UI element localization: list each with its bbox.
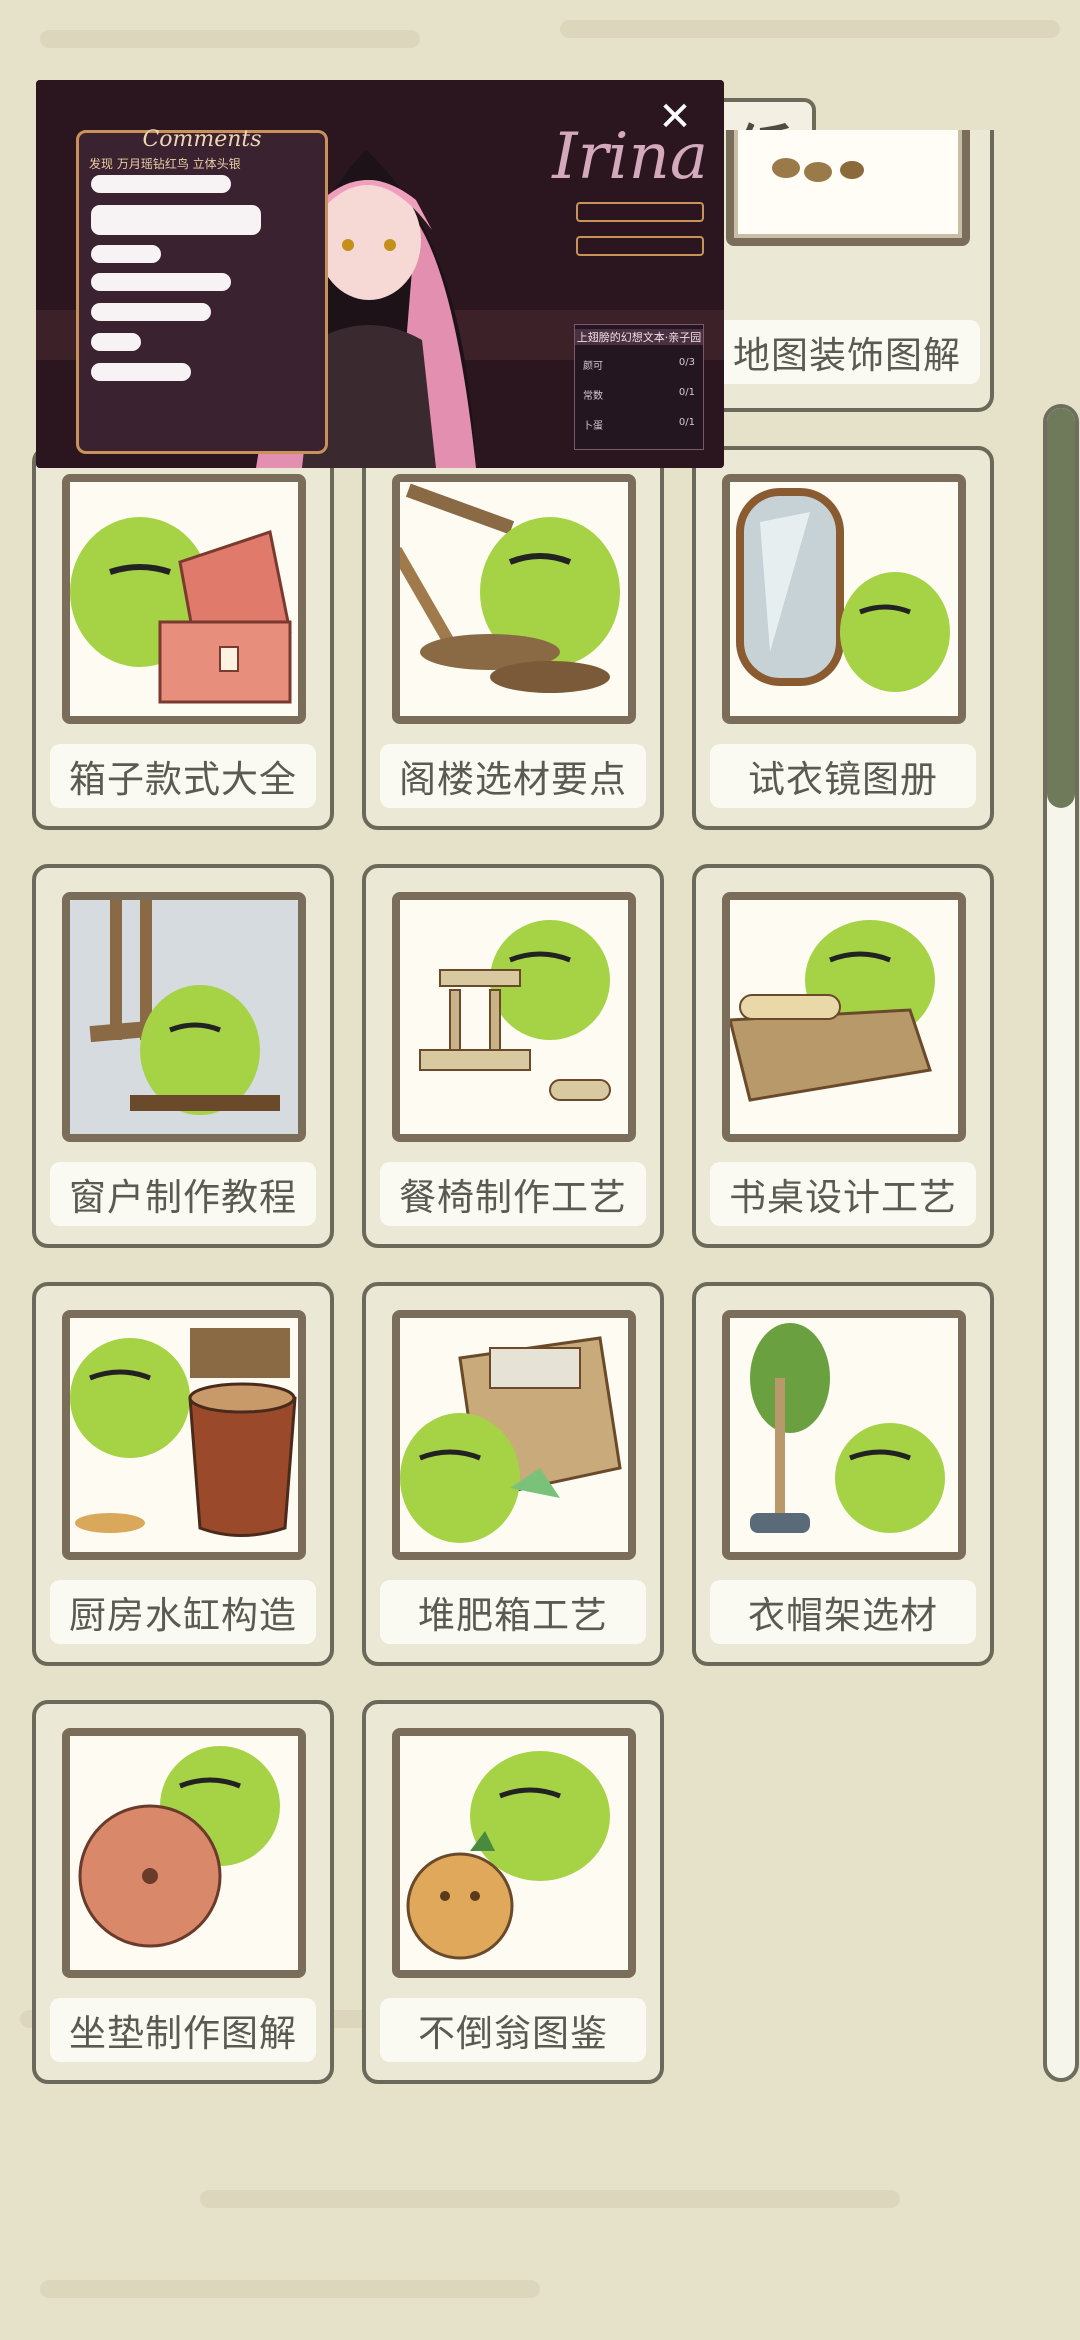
card-label: 不倒翁图鉴 xyxy=(380,1998,646,2062)
background-texture xyxy=(200,2190,900,2208)
guide-card-cushion[interactable]: 坐垫制作图解 xyxy=(32,1700,334,2084)
comments-title: Comments xyxy=(142,127,262,152)
comment-bubble xyxy=(91,205,261,235)
scrollbar-thumb[interactable] xyxy=(1047,408,1075,808)
card-label: 箱子款式大全 xyxy=(50,744,316,808)
comments-tabs: 发现 万月瑶钻红鸟 立体头银 xyxy=(89,157,241,171)
card-label: 堆肥箱工艺 xyxy=(380,1580,646,1644)
ad-stats-title: 上翅膀的幻想文本·亲子园 xyxy=(575,329,703,345)
comments-panel: Comments 发现 万月瑶钻红鸟 立体头银 xyxy=(76,127,328,454)
scrollbar-track[interactable] xyxy=(1043,404,1079,2082)
card-illustration xyxy=(62,474,306,724)
card-label: 地图装饰图解 xyxy=(714,320,980,384)
ad-stats-panel: 上翅膀的幻想文本·亲子园 颜可 0/3 常数 0/1 卜蛋 0/1 xyxy=(574,324,704,450)
guide-card-box-styles[interactable]: 箱子款式大全 xyxy=(32,446,334,830)
card-illustration xyxy=(722,474,966,724)
guide-card-tumbler-doll[interactable]: 不倒翁图鉴 xyxy=(362,1700,664,2084)
guide-card-desk-design[interactable]: 书桌设计工艺 xyxy=(692,864,994,1248)
comment-bubble xyxy=(91,363,191,381)
guide-card-fitting-mirror[interactable]: 试衣镜图册 xyxy=(692,446,994,830)
background-texture xyxy=(40,2280,540,2298)
card-illustration xyxy=(392,1310,636,1560)
card-illustration xyxy=(722,1310,966,1560)
card-illustration xyxy=(392,1728,636,1978)
ad-bar xyxy=(576,202,704,222)
guide-card-kitchen-water-vat[interactable]: 厨房水缸构造 xyxy=(32,1282,334,1666)
ad-banner[interactable]: Comments 发现 万月瑶钻红鸟 立体头银 Irina 上翅膀的幻想文本·亲… xyxy=(36,80,724,468)
ad-stat-row: 颜可 0/3 xyxy=(583,357,695,372)
card-label: 坐垫制作图解 xyxy=(50,1998,316,2062)
ad-stat-row: 卜蛋 0/1 xyxy=(583,417,695,432)
comment-bubble xyxy=(91,333,141,351)
guide-card-map-decor[interactable]: 地图装饰图解 xyxy=(696,130,994,412)
close-icon[interactable]: ✕ xyxy=(656,97,694,137)
card-label: 衣帽架选材 xyxy=(710,1580,976,1644)
guide-card-coat-rack[interactable]: 衣帽架选材 xyxy=(692,1282,994,1666)
ad-stat-row: 常数 0/1 xyxy=(583,387,695,402)
card-illustration xyxy=(62,1310,306,1560)
guide-card-attic-materials[interactable]: 阁楼选材要点 xyxy=(362,446,664,830)
guide-card-compost-box[interactable]: 堆肥箱工艺 xyxy=(362,1282,664,1666)
comment-bubble xyxy=(91,303,211,321)
comment-bubble xyxy=(91,273,231,291)
comment-bubble xyxy=(91,245,161,263)
card-illustration xyxy=(392,892,636,1142)
background-texture xyxy=(560,20,1060,38)
card-illustration xyxy=(62,1728,306,1978)
ad-bar xyxy=(576,236,704,256)
background-texture xyxy=(40,30,420,48)
card-label: 窗户制作教程 xyxy=(50,1162,316,1226)
card-label: 阁楼选材要点 xyxy=(380,744,646,808)
card-illustration xyxy=(392,474,636,724)
card-label: 书桌设计工艺 xyxy=(710,1162,976,1226)
guide-card-window-tutorial[interactable]: 窗户制作教程 xyxy=(32,864,334,1248)
card-illustration xyxy=(726,130,970,246)
comment-bubble xyxy=(91,175,231,193)
card-label: 试衣镜图册 xyxy=(710,744,976,808)
card-label: 厨房水缸构造 xyxy=(50,1580,316,1644)
guide-card-dining-chair[interactable]: 餐椅制作工艺 xyxy=(362,864,664,1248)
card-label: 餐椅制作工艺 xyxy=(380,1162,646,1226)
card-illustration xyxy=(722,892,966,1142)
card-illustration xyxy=(62,892,306,1142)
